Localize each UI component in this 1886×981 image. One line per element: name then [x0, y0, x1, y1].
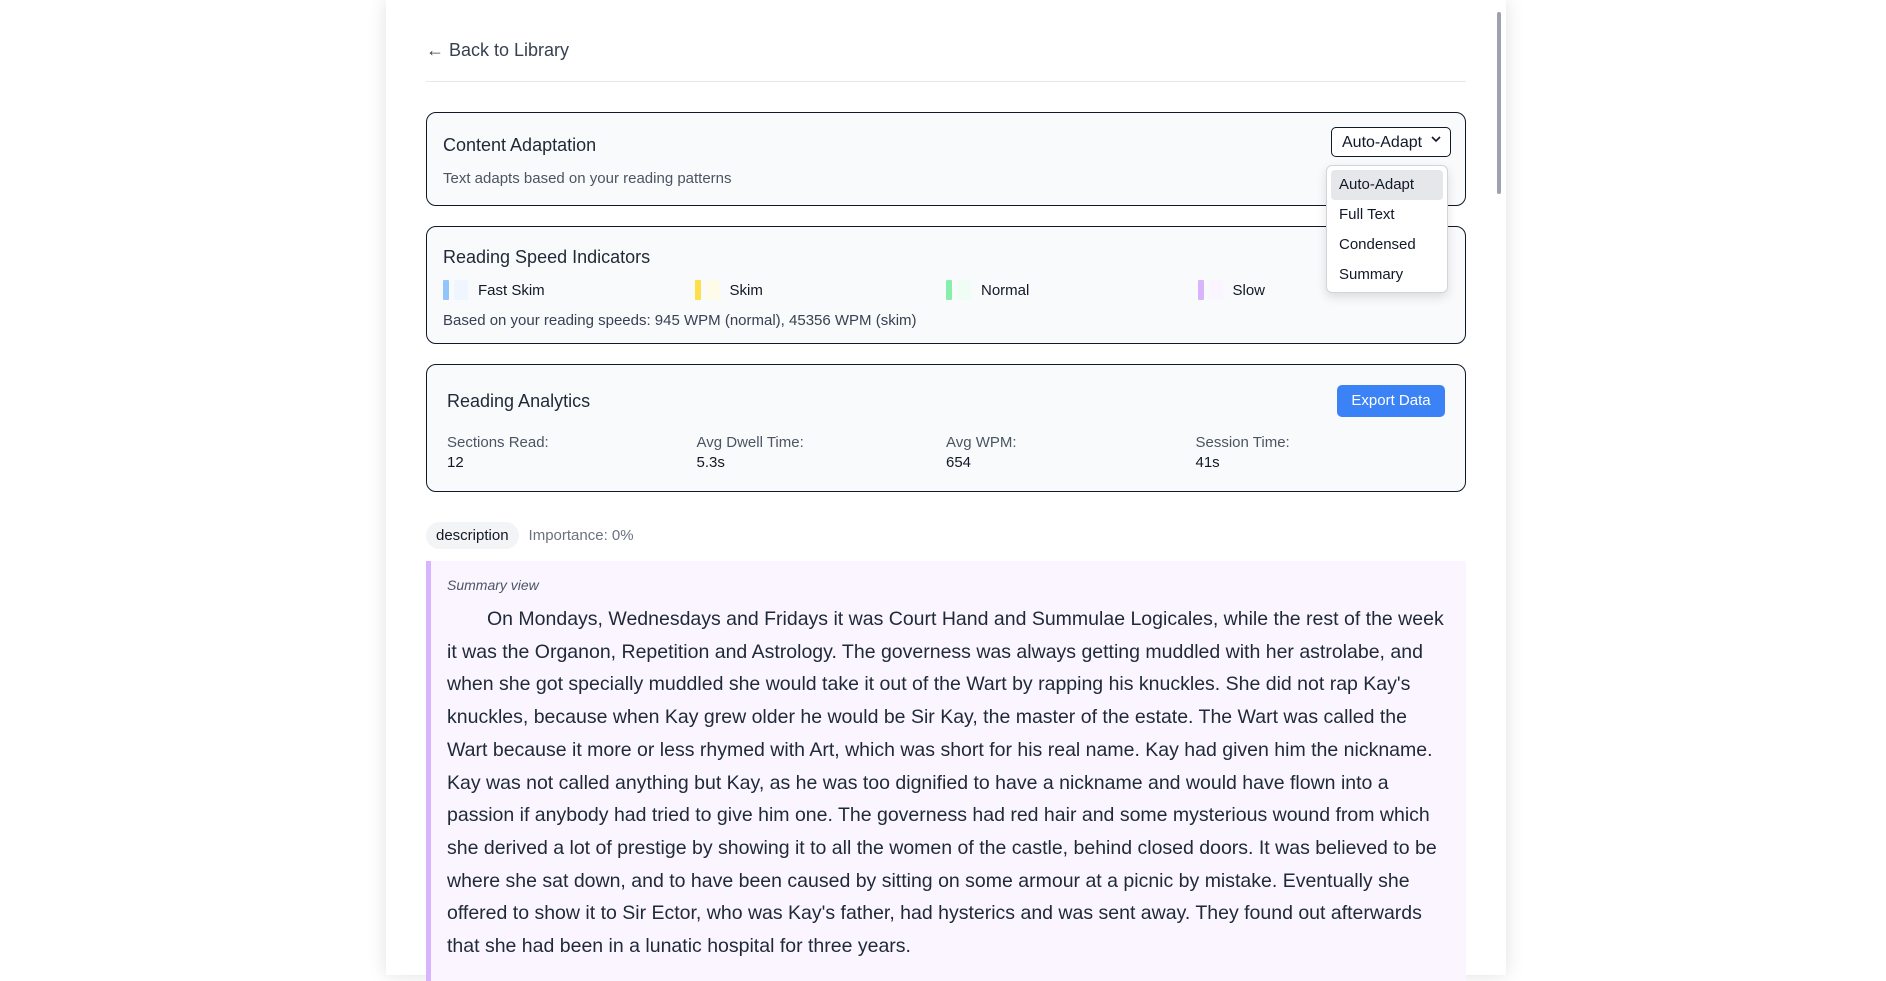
- legend-item-skim: Skim: [694, 280, 947, 300]
- stat-avg-wpm: Avg WPM: 654: [946, 434, 1196, 471]
- speed-legend: Fast Skim Skim Normal Slow: [443, 280, 1449, 300]
- legend-swatch-tint: [454, 280, 468, 300]
- analytics-stats: Sections Read: 12 Avg Dwell Time: 5.3s A…: [447, 434, 1445, 471]
- header-divider: [426, 81, 1466, 82]
- legend-label: Skim: [729, 281, 763, 299]
- reading-section: Summary view On Mondays, Wednesdays and …: [426, 561, 1466, 981]
- content-adaptation-subtitle: Text adapts based on your reading patter…: [443, 170, 732, 187]
- dropdown-option-auto-adapt[interactable]: Auto-Adapt: [1331, 170, 1443, 200]
- dropdown-option-full-text[interactable]: Full Text: [1331, 200, 1443, 230]
- scrollbar-thumb[interactable]: [1497, 12, 1501, 194]
- stat-value: 5.3s: [696, 454, 725, 471]
- legend-swatch: [1197, 280, 1204, 300]
- scrollbar[interactable]: [1492, 0, 1506, 975]
- adaptation-mode-value: Auto-Adapt: [1342, 134, 1423, 151]
- export-data-button[interactable]: Export Data: [1337, 385, 1445, 417]
- dropdown-option-condensed[interactable]: Condensed: [1331, 230, 1443, 260]
- chevron-down-icon: [1430, 133, 1442, 148]
- reading-analytics-card: Reading Analytics Export Data Sections R…: [426, 364, 1466, 492]
- content-adaptation-title: Content Adaptation: [443, 135, 597, 155]
- stat-label: Avg WPM:: [946, 434, 1017, 451]
- reading-speed-title: Reading Speed Indicators: [443, 247, 651, 267]
- legend-swatch-tint: [957, 280, 971, 300]
- reading-speed-card: Reading Speed Indicators Fast Skim Skim …: [426, 226, 1466, 344]
- stat-label: Session Time:: [1195, 434, 1290, 451]
- section-importance: Importance: 0%: [528, 527, 634, 544]
- reader-page: ← Back to Library Content Adaptation Tex…: [386, 0, 1506, 981]
- stat-avg-dwell-time: Avg Dwell Time: 5.3s: [697, 434, 947, 471]
- section-text: On Mondays, Wednesdays and Fridays it wa…: [447, 608, 1444, 958]
- legend-label: Normal: [981, 281, 1030, 299]
- adaptation-mode-select[interactable]: Auto-Adapt: [1331, 127, 1451, 157]
- stat-sections-read: Sections Read: 12: [447, 434, 697, 471]
- reading-speed-note: Based on your reading speeds: 945 WPM (n…: [443, 312, 917, 329]
- legend-swatch-tint: [705, 280, 720, 300]
- legend-item-normal: Normal: [946, 280, 1198, 300]
- adaptation-mode-dropdown: Auto-Adapt Full Text Condensed Summary: [1326, 165, 1448, 293]
- legend-label: Fast Skim: [478, 281, 545, 299]
- stat-value: 654: [946, 454, 972, 471]
- stat-label: Sections Read:: [447, 434, 549, 451]
- stat-session-time: Session Time: 41s: [1196, 434, 1446, 471]
- section-type-tag: description: [426, 522, 519, 549]
- section-view-label: Summary view: [447, 577, 539, 593]
- legend-swatch-tint: [1208, 280, 1223, 300]
- content-adaptation-card: Content Adaptation Text adapts based on …: [426, 112, 1466, 206]
- legend-item-fast-skim: Fast Skim: [443, 280, 695, 300]
- legend-label: Slow: [1232, 281, 1266, 299]
- section-meta: description Importance: 0%: [426, 522, 1466, 549]
- reading-analytics-title: Reading Analytics: [447, 391, 591, 411]
- legend-swatch: [946, 280, 952, 300]
- dropdown-option-summary[interactable]: Summary: [1331, 260, 1443, 290]
- legend-swatch: [694, 280, 701, 300]
- stat-value: 12: [447, 454, 464, 471]
- stat-label: Avg Dwell Time:: [696, 434, 804, 451]
- legend-swatch: [443, 280, 449, 300]
- back-to-library-link[interactable]: ← Back to Library: [426, 40, 569, 61]
- stat-value: 41s: [1195, 454, 1220, 471]
